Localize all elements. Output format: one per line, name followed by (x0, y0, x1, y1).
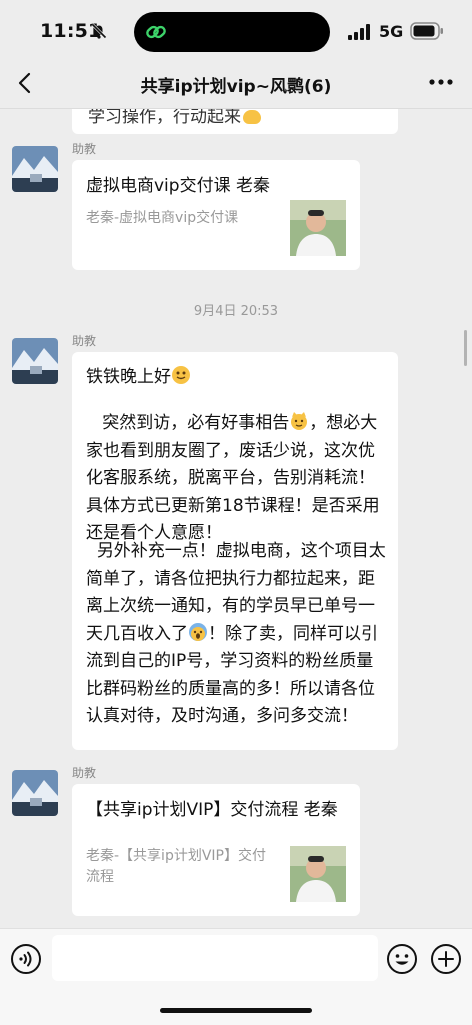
bell-slash-icon (91, 23, 107, 39)
card-subtitle: 老秦-虚拟电商vip交付课 (86, 210, 239, 226)
text-message-bubble[interactable]: 铁铁晚上好 突然到访，必有好事相告 ，想必大家也看到朋友圈了，废话少说，这次优化客… (72, 352, 398, 750)
link-card[interactable]: 虚拟电商vip交付课 老秦 老秦-虚拟电商vip交付课 (72, 160, 360, 270)
card-title: 【共享ip计划VIP】交付流程 老秦 (86, 800, 338, 820)
timestamp: 9月4日 20:53 (193, 304, 279, 319)
avatar[interactable] (12, 338, 58, 384)
person-photo-icon (290, 200, 346, 256)
message-greeting: 铁铁晚上好 (86, 364, 386, 392)
previous-message-text: 学习操作，行动起来 (88, 108, 261, 127)
card-title: 虚拟电商vip交付课 老秦 (86, 176, 270, 196)
sender-name: 助教 (72, 142, 97, 156)
nav-bar: 共享ip计划vip~风鹮(6) (0, 60, 472, 109)
sender-name: 助教 (72, 766, 97, 780)
chevron-left-icon[interactable] (14, 70, 38, 96)
card-thumbnail (290, 200, 346, 256)
link-card[interactable]: 【共享ip计划VIP】交付流程 老秦 老秦-【共享ip计划VIP】交付流程 (72, 784, 360, 916)
avatar-landscape-icon (12, 770, 58, 816)
card-subtitle: 老秦-【共享ip计划VIP】交付流程 (86, 848, 266, 885)
network-label: 5G (379, 22, 404, 41)
scroll-indicator[interactable] (464, 330, 467, 366)
cat-emoji-icon (291, 412, 308, 430)
ellipsis-icon[interactable] (428, 78, 454, 86)
link-icon (146, 25, 166, 39)
avatar-landscape-icon (12, 338, 58, 384)
avatar-landscape-icon (12, 146, 58, 192)
battery-icon (410, 22, 443, 40)
sender-name: 助教 (72, 334, 97, 348)
dynamic-island[interactable] (134, 12, 330, 52)
avatar[interactable] (12, 770, 58, 816)
home-indicator[interactable] (160, 1008, 312, 1013)
avatar[interactable] (12, 146, 58, 192)
card-thumbnail (290, 846, 346, 902)
person-photo-icon (290, 846, 346, 902)
voice-icon[interactable] (10, 943, 42, 975)
signal-icon (348, 24, 370, 40)
message-paragraph-1: 突然到访，必有好事相告 ，想必大家也看到朋友圈了，废话少说，这次优化客服系统，脱离… (86, 412, 380, 543)
clap-emoji-icon (243, 110, 261, 124)
plus-icon[interactable] (430, 943, 462, 975)
scream-emoji-icon (189, 622, 207, 641)
chat-title: 共享ip计划vip~风鹮(6) (140, 77, 332, 97)
smile-emoji-icon (172, 366, 190, 384)
previous-message-bubble[interactable]: 学习操作，行动起来 (72, 108, 398, 134)
chat-area[interactable]: 学习操作，行动起来 助教 虚拟电商vip交付课 老秦 老秦-虚拟电商vip交付课… (0, 108, 472, 928)
status-bar: 11:51 5G (0, 0, 472, 60)
message-paragraph-2: 另外补充一点！虚拟电商，这个项目太简单了，请各位把执行力都拉起来，距离上次统一通… (86, 541, 386, 726)
smiley-icon[interactable] (386, 943, 418, 975)
message-input[interactable] (52, 935, 378, 981)
